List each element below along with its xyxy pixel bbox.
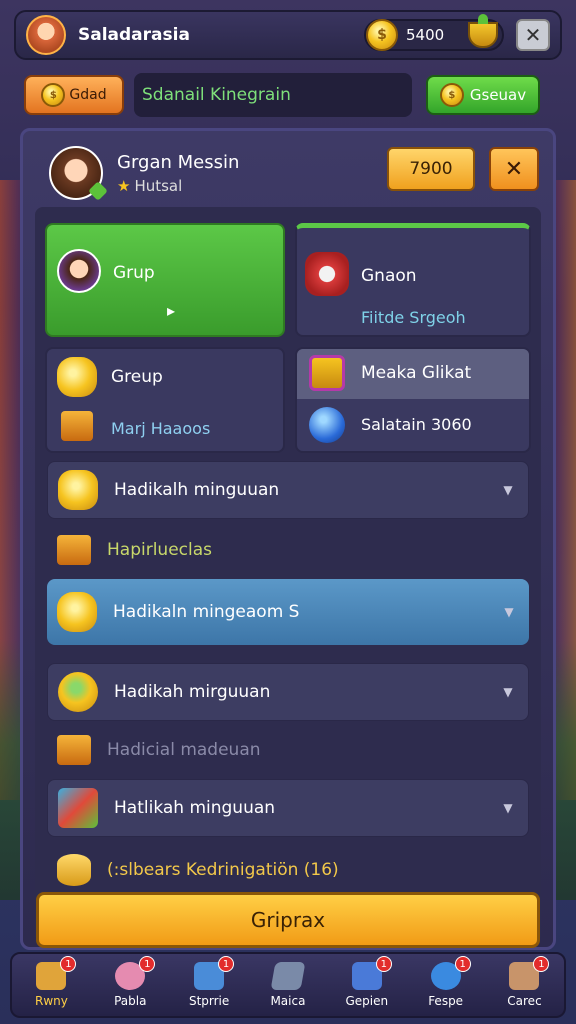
panel-content: Grup ▸ Gnaon Fiitde Srgeoh Greup Marj Ha… — [35, 207, 541, 943]
card-group-2[interactable]: Greup Marj Haaoos — [45, 347, 285, 453]
score-button[interactable]: 7900 — [387, 147, 475, 191]
gold-button-label: Gdad — [69, 87, 107, 103]
nav-label: Carec — [507, 994, 542, 1008]
treasure-box-icon — [57, 735, 91, 765]
nav-item-fespe[interactable]: 1 Fespe — [409, 956, 483, 1008]
reward-row-5[interactable]: Hatlikah minguuan ▼ — [47, 779, 529, 837]
top-bar: Saladarasia $ 5400 ✕ — [14, 10, 562, 60]
frame-icon — [309, 355, 345, 391]
gold-shield-icon — [57, 357, 97, 397]
row-label: Hapirlueclas — [107, 540, 213, 560]
info-field: Sdanail Kinegrain — [134, 73, 412, 117]
profile-subtitle: Hutsal — [134, 176, 183, 195]
star-creature-icon — [305, 252, 349, 296]
reward-row-3[interactable]: Hadikah mirguuan ▼ — [47, 663, 529, 721]
chevron-down-icon[interactable]: ▼ — [488, 801, 528, 815]
reward-row-selected[interactable]: Hadikaln mingeaom S ▼ — [47, 579, 529, 645]
chevron-down-icon[interactable]: ▼ — [489, 605, 529, 619]
coin-icon: $ — [366, 19, 398, 51]
row-label: Hadikah mirguuan — [114, 682, 271, 702]
reward-row-2: Hapirlueclas — [47, 525, 529, 575]
card-label: Meaka Glikat — [361, 363, 472, 383]
coin-stack-icon — [57, 854, 91, 886]
nav-item-maica[interactable]: Maica — [251, 962, 325, 1008]
profile-avatar[interactable] — [49, 146, 103, 200]
reward-row-6: (:slbears Kedrinigatiön (16) — [47, 845, 529, 895]
nav-item-store[interactable]: 1 Stprrie — [172, 956, 246, 1008]
bottom-nav: 1 Rwny 1 Pabla 1 Stprrie Maica 1 Gepien … — [10, 952, 566, 1018]
coin-icon: $ — [439, 83, 464, 107]
reward-row-1[interactable]: Hadikalh minguuan ▼ — [47, 461, 529, 519]
nav-item-gepien[interactable]: 1 Gepien — [330, 956, 404, 1008]
treasure-box-icon — [57, 535, 91, 565]
item-pack-icon — [58, 788, 98, 828]
coin-amount: 5400 — [406, 26, 445, 44]
close-button[interactable]: ✕ — [516, 19, 550, 51]
row-label: Hatlikah minguuan — [114, 798, 276, 818]
card-label: Grup — [113, 263, 155, 283]
green-button-label: Gseuav — [469, 86, 527, 104]
currency-bar: $ Gdad Sdanail Kinegrain $ Gseuav — [24, 70, 544, 120]
row-label: Hadikaln mingeaom S — [113, 602, 300, 622]
card-gnaon[interactable]: Gnaon Fiitde Srgeoh — [295, 223, 531, 337]
nav-label: Maica — [270, 994, 306, 1008]
main-action-button[interactable]: Griprax — [36, 892, 540, 948]
nav-label: Stprrie — [188, 994, 230, 1008]
coin-pot-icon — [468, 14, 498, 48]
nav-item-pabla[interactable]: 1 Pabla — [93, 956, 167, 1008]
card-label: Gnaon — [361, 266, 417, 286]
notification-badge: 1 — [533, 956, 550, 972]
box-icon — [61, 411, 93, 441]
green-action-button[interactable]: $ Gseuav — [426, 75, 540, 115]
reward-row-4: Hadicial madeuan — [47, 725, 529, 775]
nav-label: Rwny — [34, 994, 68, 1008]
nav-item-carec[interactable]: 1 Carec — [487, 956, 561, 1008]
chevron-down-icon[interactable]: ▼ — [488, 685, 528, 699]
play-arrow-icon: ▸ — [167, 301, 176, 320]
player-avatar[interactable] — [26, 15, 66, 55]
notification-badge: 1 — [139, 956, 156, 972]
row-label: (:slbears Kedrinigatiön (16) — [107, 860, 339, 880]
panel-close-button[interactable]: ✕ — [489, 147, 539, 191]
row-label: Hadikalh minguuan — [114, 480, 280, 500]
nav-label: Pabla — [114, 994, 147, 1008]
coin-icon: $ — [41, 83, 66, 107]
nav-label: Fespe — [428, 994, 464, 1008]
card-sublabel: Fiitde Srgeoh — [361, 308, 466, 327]
gold-button[interactable]: $ Gdad — [24, 75, 124, 115]
card-sublabel: Salatain 3060 — [361, 415, 472, 434]
notification-badge: 1 — [454, 956, 471, 972]
character-icon — [57, 249, 101, 293]
card-sublabel: Marj Haaoos — [111, 419, 211, 438]
nav-item-home[interactable]: 1 Rwny — [14, 956, 88, 1008]
map-icon — [270, 962, 306, 990]
nav-label: Gepien — [345, 994, 389, 1008]
gold-coin-icon — [58, 672, 98, 712]
game-title: Saladarasia — [78, 25, 190, 45]
gold-star-icon — [58, 470, 98, 510]
blue-orb-icon — [309, 407, 345, 443]
notification-badge: 1 — [375, 956, 392, 972]
notification-badge: 1 — [218, 956, 235, 972]
notification-badge: 1 — [60, 956, 77, 972]
coin-balance[interactable]: $ 5400 — [364, 14, 504, 51]
card-meaka[interactable]: Meaka Glikat Salatain 3060 — [295, 347, 531, 453]
profile-name: Grgan Messin — [117, 151, 240, 173]
row-label: Hadicial madeuan — [107, 740, 261, 760]
profile-header: Grgan Messin ★ Hutsal 7900 ✕ — [49, 143, 539, 203]
rank-icon: ★ — [117, 176, 131, 195]
card-label: Greup — [111, 367, 163, 387]
main-panel: Grgan Messin ★ Hutsal 7900 ✕ Grup ▸ Gnaon… — [20, 128, 556, 950]
chevron-down-icon[interactable]: ▼ — [488, 483, 528, 497]
gold-shield-icon — [57, 592, 97, 632]
card-group-1[interactable]: Grup ▸ — [45, 223, 285, 337]
